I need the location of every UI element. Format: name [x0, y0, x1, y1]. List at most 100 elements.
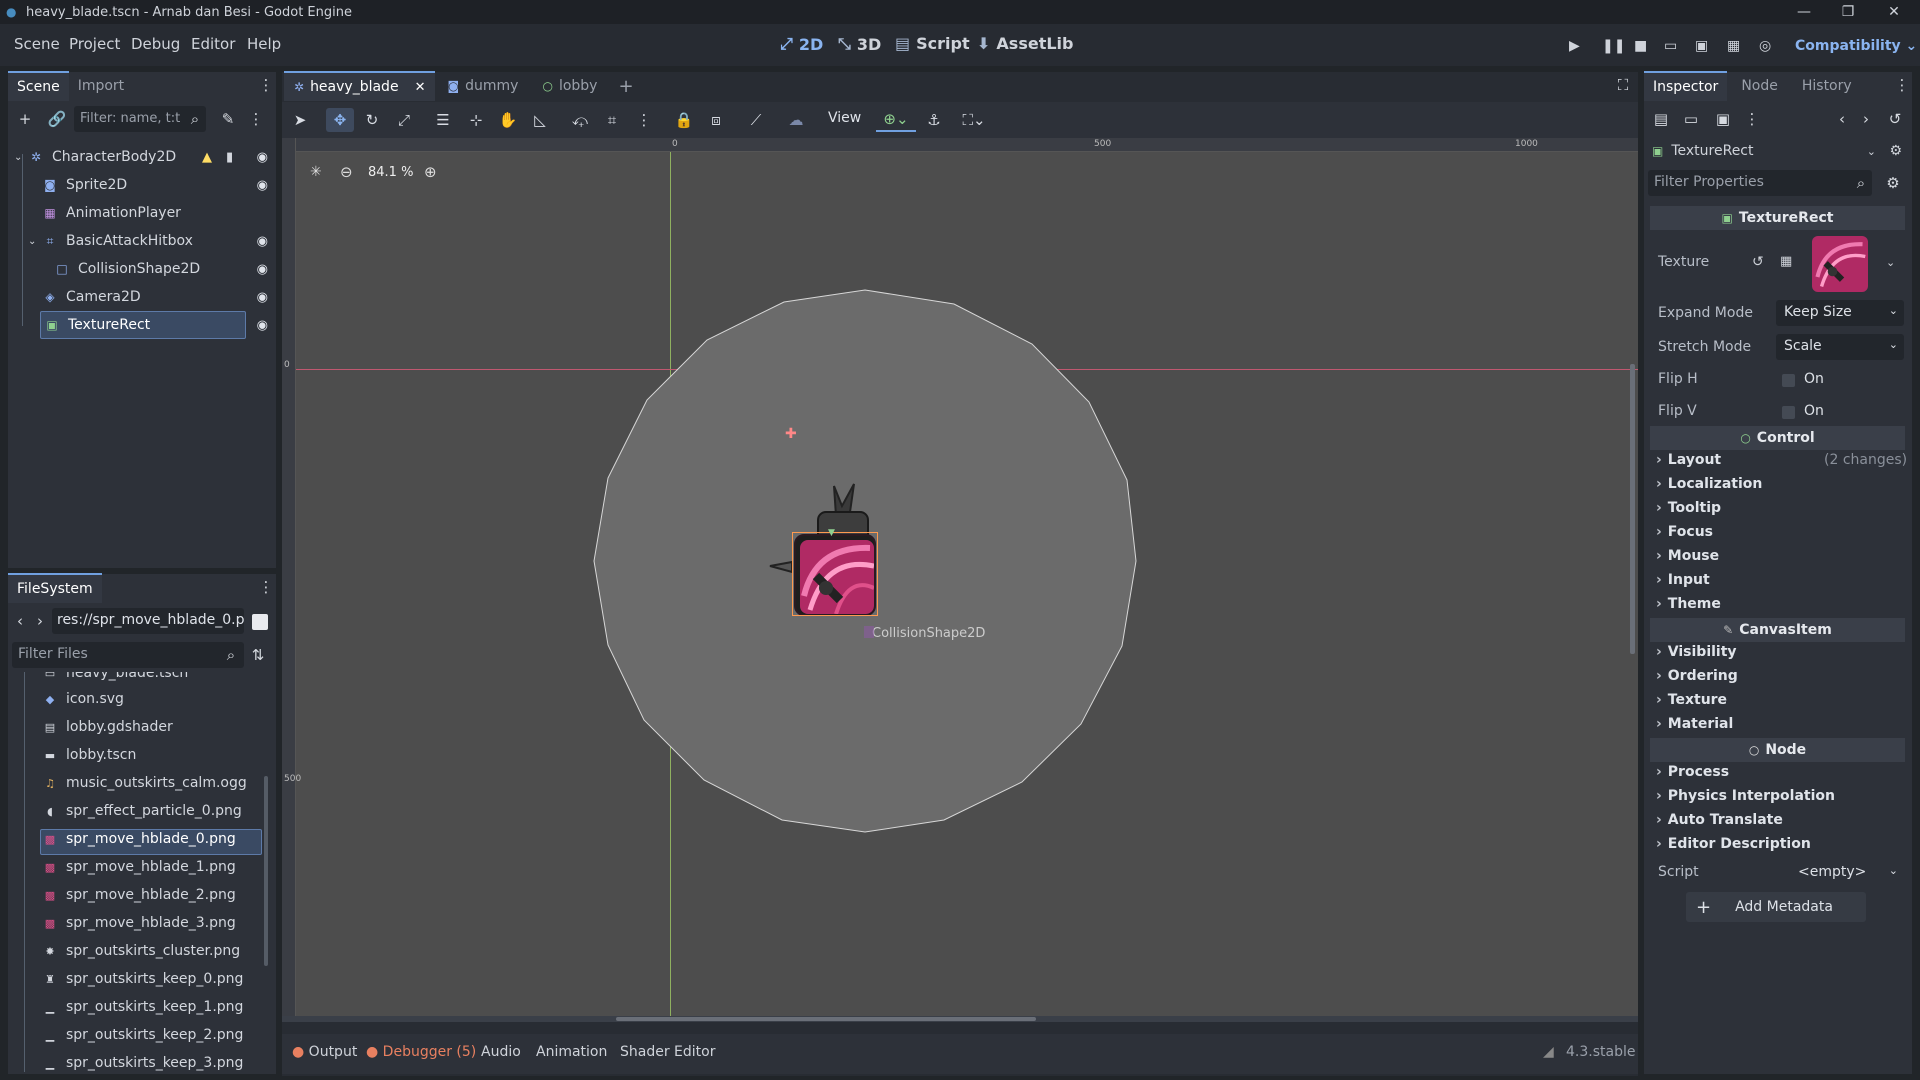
scene-tab-lobby[interactable]: ○ lobby: [530, 71, 609, 101]
file-item[interactable]: ▩ spr_move_hblade_1.png: [42, 854, 236, 880]
movie-maker-icon[interactable]: ◎: [1759, 38, 1771, 54]
pause-icon[interactable]: ❚❚: [1602, 38, 1625, 54]
play-icon[interactable]: ▶: [1569, 38, 1580, 54]
dock-menu-icon[interactable]: ⋮: [256, 574, 276, 600]
file-item[interactable]: ▤ lobby.gdshader: [42, 714, 173, 740]
filesystem-path-input[interactable]: res://spr_move_hblade_0.p: [52, 608, 244, 634]
renderer-select[interactable]: Compatibility ⌄: [1795, 38, 1917, 54]
grid-snap-icon[interactable]: ⌗: [598, 108, 626, 132]
file-item[interactable]: ◆ icon.svg: [42, 686, 124, 712]
snap-options-icon[interactable]: ⋮: [630, 108, 658, 132]
chevron-down-icon[interactable]: ⌄: [1886, 256, 1895, 269]
new-resource-icon[interactable]: ▤: [1648, 106, 1674, 132]
dock-menu-icon[interactable]: ⋮: [256, 72, 276, 98]
filesystem-scrollbar[interactable]: [264, 776, 268, 966]
scene-tab-heavy-blade[interactable]: ✲ heavy_blade ✕: [284, 71, 436, 101]
add-anchor-icon[interactable]: ⊕⌄: [876, 108, 916, 132]
toggle-split-icon[interactable]: [252, 614, 268, 630]
view-menu[interactable]: View: [828, 110, 861, 126]
engine-version[interactable]: 4.3.stable: [1566, 1044, 1635, 1060]
section-visibility[interactable]: Visibility: [1656, 644, 1737, 660]
anchor-icon[interactable]: ⚓: [920, 108, 948, 132]
section-tooltip[interactable]: Tooltip: [1656, 500, 1721, 516]
attach-script-icon[interactable]: ✎: [215, 106, 241, 132]
visibility-eye-icon[interactable]: ◉: [257, 150, 268, 165]
tree-node-characterbody2d[interactable]: ⌄ ✲ CharacterBody2D ▲ ▮ ◉: [14, 144, 268, 170]
visibility-eye-icon[interactable]: ◉: [257, 262, 268, 277]
pivot-tool-icon[interactable]: ⊹: [462, 108, 490, 132]
file-item[interactable]: ✸ spr_outskirts_cluster.png: [42, 938, 240, 964]
collapse-arrow-icon[interactable]: ⌄: [28, 236, 42, 247]
main-screen-2d[interactable]: ⤢ 2D: [780, 34, 823, 54]
anchor-handle[interactable]: ▼: [828, 528, 835, 538]
main-screen-script[interactable]: ▤ Script: [895, 34, 970, 53]
main-screen-3d[interactable]: ⤡ 3D: [838, 34, 881, 54]
object-options-icon[interactable]: ⚙: [1889, 143, 1902, 159]
tab-inspector[interactable]: Inspector: [1644, 71, 1728, 101]
back-icon[interactable]: ‹: [10, 608, 30, 634]
class-header-canvasitem[interactable]: ✎ CanvasItem: [1650, 618, 1905, 642]
move-tool-icon[interactable]: ✥: [326, 108, 354, 132]
minimize-icon[interactable]: —: [1782, 0, 1826, 24]
file-item[interactable]: ▁ spr_outskirts_keep_1.png: [42, 994, 244, 1020]
scale-tool-icon[interactable]: ⤢: [390, 108, 418, 132]
menu-debug[interactable]: Debug: [131, 35, 180, 53]
open-resource-icon[interactable]: ▭: [1678, 106, 1704, 132]
file-item[interactable]: ▬ lobby.tscn: [42, 742, 137, 768]
file-item[interactable]: ◖ spr_effect_particle_0.png: [42, 798, 242, 824]
file-item[interactable]: ▭ heavy_blade.tscn: [42, 672, 189, 686]
tree-node-camera2d[interactable]: ◈ Camera2D ◉: [42, 284, 268, 310]
collapse-arrow-icon[interactable]: ⌄: [14, 152, 28, 163]
section-process[interactable]: Process: [1656, 764, 1729, 780]
close-tab-icon[interactable]: ✕: [415, 80, 426, 95]
stretch-mode-select[interactable]: Scale ⌄: [1776, 334, 1904, 360]
select-tool-icon[interactable]: ➤: [286, 108, 314, 132]
filesystem-filter-input[interactable]: Filter Files: [12, 642, 244, 668]
menu-help[interactable]: Help: [247, 35, 281, 53]
ruler-tool-icon[interactable]: ◺: [526, 108, 554, 132]
extra-options-icon[interactable]: ⋮: [1742, 106, 1762, 132]
zoom-level[interactable]: 84.1 %: [368, 165, 413, 180]
zoom-out-icon[interactable]: ⊖: [340, 163, 353, 181]
class-header-node[interactable]: ○ Node: [1650, 738, 1905, 762]
pan-tool-icon[interactable]: ✋: [494, 108, 522, 132]
tab-scene[interactable]: Scene: [8, 71, 69, 101]
history-forward-icon[interactable]: ›: [1856, 106, 1876, 132]
instance-scene-icon[interactable]: 🔗: [44, 106, 70, 132]
history-back-icon[interactable]: ‹: [1832, 106, 1852, 132]
section-material[interactable]: Material: [1656, 716, 1734, 732]
visibility-eye-icon[interactable]: ◉: [257, 178, 268, 193]
add-metadata-button[interactable]: + Add Metadata: [1686, 892, 1866, 922]
smart-snap-icon[interactable]: ⤽: [566, 108, 594, 132]
tab-filesystem[interactable]: FileSystem: [8, 573, 102, 603]
property-settings-icon[interactable]: ⚙: [1880, 170, 1906, 196]
section-focus[interactable]: Focus: [1656, 524, 1713, 540]
layout-presets-icon[interactable]: ⛶⌄: [954, 108, 994, 132]
visibility-eye-icon[interactable]: ◉: [257, 318, 268, 333]
tab-history[interactable]: History: [1792, 71, 1862, 101]
bone-icon[interactable]: ⟋: [742, 108, 770, 132]
menu-project[interactable]: Project: [69, 35, 120, 53]
lock-icon[interactable]: 🔒: [670, 108, 698, 132]
file-item[interactable]: ▁ spr_outskirts_keep_3.png: [42, 1050, 244, 1072]
horizontal-scrollbar[interactable]: [616, 1017, 1036, 1021]
tab-audio[interactable]: Audio: [481, 1044, 521, 1060]
visibility-eye-icon[interactable]: ◉: [257, 234, 268, 249]
play-custom-scene-icon[interactable]: ▦: [1727, 38, 1740, 54]
play-scene-icon[interactable]: ▣: [1695, 38, 1708, 54]
file-item[interactable]: ▁ spr_outskirts_keep_2.png: [42, 1022, 244, 1048]
center-view-icon[interactable]: ✳: [310, 164, 322, 180]
flip-h-checkbox[interactable]: [1782, 374, 1795, 387]
tab-debugger[interactable]: ● Debugger (5): [366, 1044, 476, 1060]
sort-icon[interactable]: ⇅: [246, 642, 270, 668]
forward-icon[interactable]: ›: [30, 608, 50, 634]
tree-node-texturerect[interactable]: ▣ TextureRect ◉: [44, 312, 268, 338]
add-scene-tab-button[interactable]: +: [609, 71, 642, 101]
revert-icon[interactable]: ↺: [1752, 254, 1764, 270]
tab-output[interactable]: ● Output: [292, 1044, 357, 1060]
class-header-texturerect[interactable]: ▣ TextureRect: [1650, 206, 1905, 230]
tab-import[interactable]: Import: [69, 71, 133, 101]
tree-node-basicattackhitbox[interactable]: ⌄ ⌗ BasicAttackHitbox ◉: [28, 228, 268, 254]
section-editor-description[interactable]: Editor Description: [1656, 836, 1811, 852]
section-localization[interactable]: Localization: [1656, 476, 1763, 492]
